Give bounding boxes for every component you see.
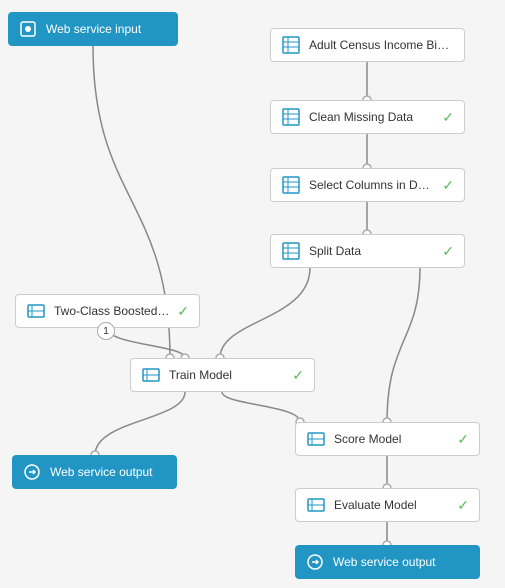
score-model-node[interactable]: Score Model ✓	[295, 422, 480, 456]
web-service-output-2-node[interactable]: Web service output	[295, 545, 480, 579]
two-class-check: ✓	[177, 303, 189, 320]
train-model-icon	[141, 365, 161, 385]
train-model-label: Train Model	[169, 368, 286, 382]
web-input-icon	[18, 19, 38, 39]
dataset-icon	[281, 35, 301, 55]
web-service-output-2-label: Web service output	[333, 555, 470, 569]
split-data-node[interactable]: Split Data ✓	[270, 234, 465, 268]
evaluate-model-node[interactable]: Evaluate Model ✓	[295, 488, 480, 522]
select-columns-node[interactable]: Select Columns in Dataset ✓	[270, 168, 465, 202]
split-data-check: ✓	[442, 243, 454, 260]
score-model-icon	[306, 429, 326, 449]
select-columns-check: ✓	[442, 177, 454, 194]
evaluate-model-icon	[306, 495, 326, 515]
split-data-icon	[281, 241, 301, 261]
diagram-canvas: Web service input Adult Census Income Bi…	[0, 0, 505, 588]
train-model-check: ✓	[292, 367, 304, 384]
split-data-label: Split Data	[309, 244, 436, 258]
adult-census-node[interactable]: Adult Census Income Binary ...	[270, 28, 465, 62]
select-columns-label: Select Columns in Dataset	[309, 178, 436, 192]
web-service-input-label: Web service input	[46, 22, 168, 36]
select-columns-icon	[281, 175, 301, 195]
web-output-2-icon	[305, 552, 325, 572]
web-output-1-icon	[22, 462, 42, 482]
web-service-input-node[interactable]: Web service input	[8, 12, 178, 46]
score-model-label: Score Model	[334, 432, 451, 446]
clean-missing-check: ✓	[442, 109, 454, 126]
web-service-output-1-label: Web service output	[50, 465, 167, 479]
clean-missing-data-node[interactable]: Clean Missing Data ✓	[270, 100, 465, 134]
score-model-check: ✓	[457, 431, 469, 448]
evaluate-model-label: Evaluate Model	[334, 498, 451, 512]
two-class-badge: 1	[97, 322, 115, 340]
evaluate-model-check: ✓	[457, 497, 469, 514]
adult-census-label: Adult Census Income Binary ...	[309, 38, 454, 52]
train-model-node[interactable]: Train Model ✓	[130, 358, 315, 392]
clean-missing-label: Clean Missing Data	[309, 110, 436, 124]
two-class-label: Two-Class Boosted Decision ...	[54, 304, 171, 318]
clean-icon	[281, 107, 301, 127]
two-class-icon	[26, 301, 46, 321]
web-service-output-1-node[interactable]: Web service output	[12, 455, 177, 489]
